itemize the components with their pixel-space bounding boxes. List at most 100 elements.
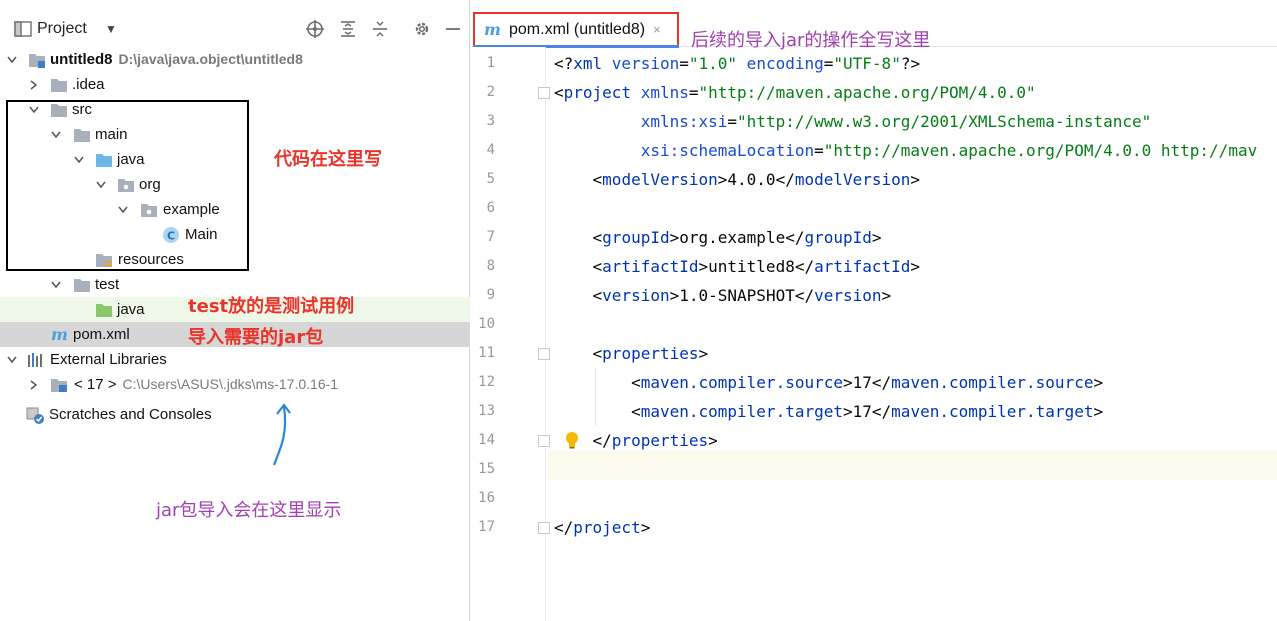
tree-label: Scratches and Consoles <box>49 406 212 423</box>
locate-file-icon[interactable] <box>304 18 326 40</box>
indent-guide <box>595 368 596 426</box>
expand-all-icon[interactable] <box>337 18 359 40</box>
code-token: groupId <box>602 228 670 247</box>
code-token: >17</ <box>843 402 892 421</box>
chevron-right-icon[interactable] <box>27 78 41 92</box>
fold-marker-icon[interactable] <box>538 87 550 99</box>
line-number: 13 <box>478 403 495 419</box>
tree-item-idea[interactable]: .idea <box>0 72 470 97</box>
hide-panel-icon[interactable] <box>442 18 464 40</box>
line-number: 14 <box>478 432 495 448</box>
tree-label: External Libraries <box>50 351 167 368</box>
close-icon[interactable]: × <box>653 22 661 37</box>
code-token: = <box>727 112 738 131</box>
fold-marker-icon[interactable] <box>538 435 550 447</box>
line-number: 17 <box>478 519 495 535</box>
tab-label: pom.xml (untitled8) <box>509 20 646 38</box>
line-number: 4 <box>486 142 495 158</box>
code-token: >untitled8</ <box>698 257 815 276</box>
code-token: </ <box>554 518 574 537</box>
tree-item-scratches[interactable]: Scratches and Consoles <box>0 402 470 427</box>
code-token: "1.0" <box>688 54 738 73</box>
code-line: <?xml version="1.0" encoding="UTF-8"?> <box>554 49 920 78</box>
chevron-down-icon[interactable] <box>5 353 19 367</box>
editor-tab-bar: m pom.xml (untitled8) × 后续的导入jar的操作全写这里 <box>471 0 1277 51</box>
code-token: = <box>814 141 824 160</box>
tree-label: java <box>117 301 145 318</box>
code-token: > <box>1093 373 1104 392</box>
line-number: 16 <box>478 490 495 506</box>
line-number: 10 <box>478 316 495 332</box>
code-token: < <box>554 402 641 421</box>
svg-text:m: m <box>51 327 68 343</box>
code-token: artifactId <box>814 257 911 276</box>
code-token: > <box>1093 402 1104 421</box>
code-line: <modelVersion>4.0.0</modelVersion> <box>554 165 921 194</box>
jdk-icon <box>50 377 68 393</box>
code-token: version <box>814 286 882 305</box>
code-token: > <box>910 170 921 189</box>
tree-item-untitled8[interactable]: untitled8 D:\java\java.object\untitled8 <box>0 47 470 72</box>
folder-icon <box>50 77 68 93</box>
code-line: <maven.compiler.target>17</maven.compile… <box>554 397 1103 426</box>
chevron-right-icon[interactable] <box>27 378 41 392</box>
jdk-path: C:\Users\ASUS\.jdks\ms-17.0.16-1 <box>122 376 339 392</box>
code-token: version <box>602 286 670 305</box>
code-token: "http://www.w3.org/2001/XMLSchema-instan… <box>737 112 1152 131</box>
code-token: maven.compiler.target <box>640 402 843 421</box>
code-token: >1.0-SNAPSHOT</ <box>669 286 815 305</box>
code-token: maven.compiler.source <box>640 373 843 392</box>
code-token: modelVersion <box>602 170 718 189</box>
code-token: < <box>554 257 603 276</box>
code-token: "UTF-8" <box>833 54 901 73</box>
tree-item-external-libraries[interactable]: External Libraries <box>0 347 470 372</box>
code-token: modelVersion <box>794 170 911 189</box>
line-number: 9 <box>486 287 495 303</box>
tab-pom-xml[interactable]: m pom.xml (untitled8) × <box>473 12 679 47</box>
code-token: > <box>640 518 651 537</box>
code-token: < <box>554 373 641 392</box>
code-token: > <box>698 344 709 363</box>
project-panel-header: Project ▼ <box>0 0 470 46</box>
line-number: 12 <box>478 374 495 390</box>
code-line: <properties> <box>554 339 709 368</box>
code-token: encoding <box>737 54 824 73</box>
line-number: 8 <box>486 258 495 274</box>
code-token: </ <box>554 431 612 450</box>
code-line: </project> <box>554 513 650 542</box>
chevron-down-icon[interactable] <box>49 278 63 292</box>
code-token: > <box>871 228 882 247</box>
code-token: > <box>881 286 892 305</box>
maven-file-icon: m <box>50 325 70 344</box>
tree-label: .idea <box>72 76 105 93</box>
annotation-import-jars: 导入需要的jar包 <box>188 327 324 348</box>
code-token: = <box>823 54 834 73</box>
line-number: 7 <box>486 229 495 245</box>
code-line: <version>1.0-SNAPSHOT</version> <box>554 281 892 310</box>
chevron-down-icon[interactable]: ▼ <box>105 22 117 36</box>
project-view-icon[interactable] <box>12 18 34 40</box>
annotation-test-cases: test放的是测试用例 <box>188 296 355 317</box>
tree-label: pom.xml <box>73 326 130 343</box>
tree-label: untitled8 D:\java\java.object\untitled8 <box>50 51 303 68</box>
chevron-down-icon[interactable] <box>5 53 19 67</box>
code-token: >4.0.0</ <box>717 170 795 189</box>
code-token: < <box>554 228 603 247</box>
fold-marker-icon[interactable] <box>538 522 550 534</box>
code-token: maven.compiler.target <box>891 402 1094 421</box>
code-token: version <box>611 54 680 73</box>
code-token: = <box>688 83 699 102</box>
tree-item-jdk-17[interactable]: < 17 > C:\Users\ASUS\.jdks\ms-17.0.16-1 <box>0 372 470 397</box>
code-token: < <box>554 344 603 363</box>
code-line: <groupId>org.example</groupId> <box>554 223 882 252</box>
gear-icon[interactable] <box>411 18 433 40</box>
tree-label: test <box>95 276 120 293</box>
code-token: xsi:schemaLocation <box>640 141 815 160</box>
collapse-all-icon[interactable] <box>369 18 391 40</box>
project-panel-title[interactable]: Project <box>37 20 87 38</box>
test-folder-icon <box>95 302 113 318</box>
code-token: >17</ <box>843 373 892 392</box>
fold-marker-icon[interactable] <box>538 348 550 360</box>
